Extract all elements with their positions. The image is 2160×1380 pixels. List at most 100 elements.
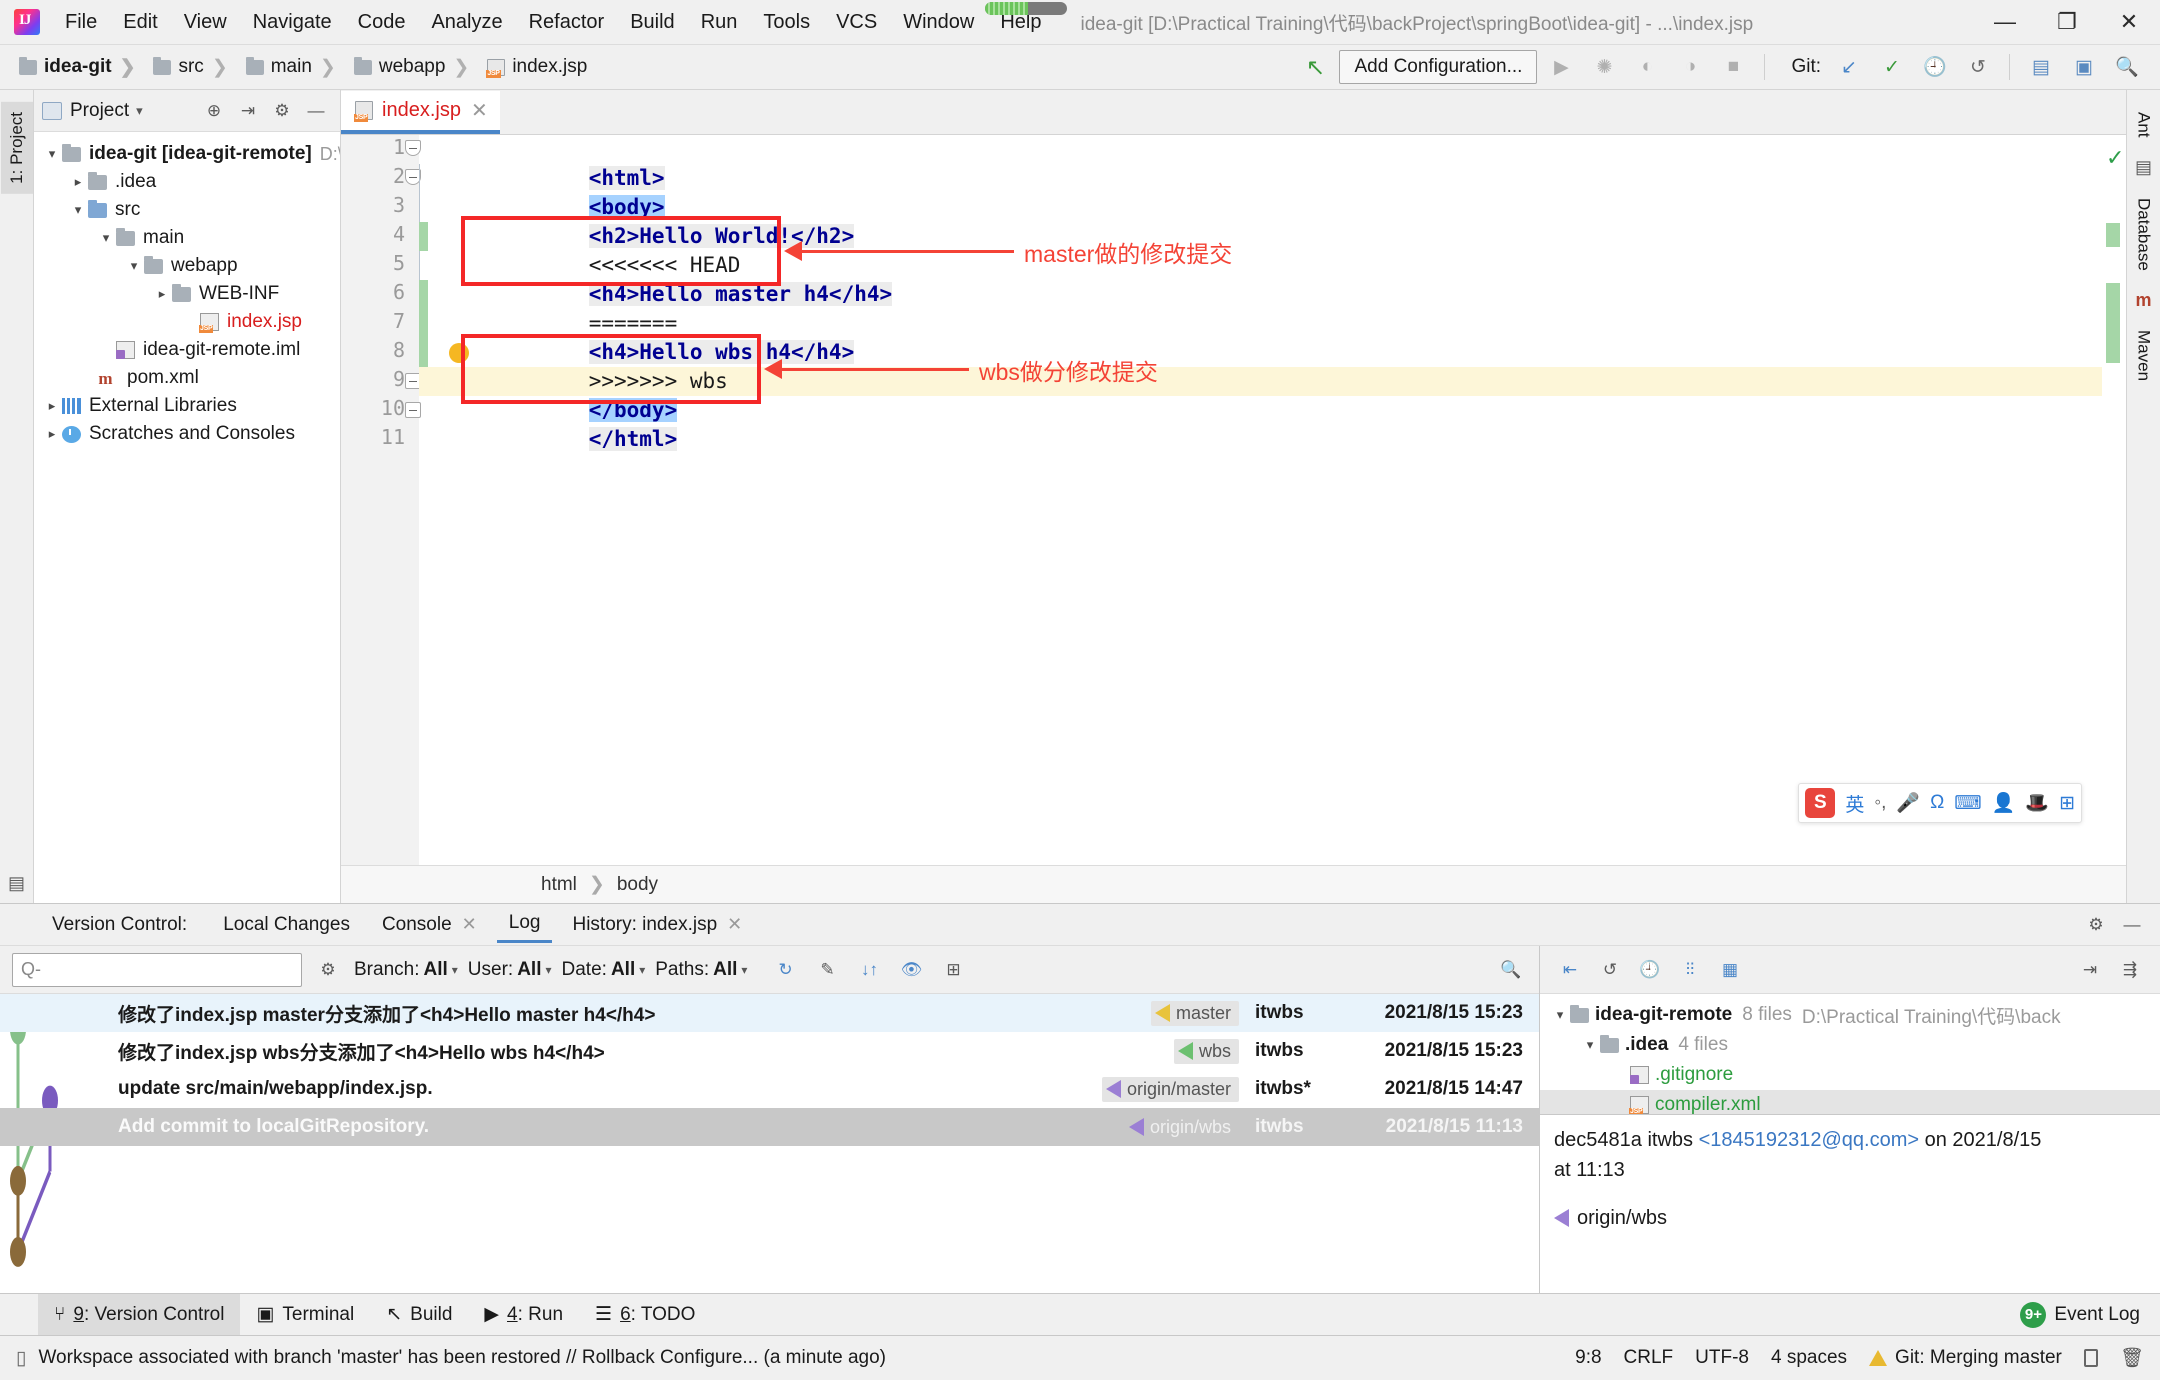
- commit-row[interactable]: 修改了index.jsp master分支添加了<h4>Hello master…: [0, 994, 1539, 1032]
- tree-node-external-libraries[interactable]: ▸ External Libraries: [34, 392, 340, 420]
- commit-row[interactable]: 修改了index.jsp wbs分支添加了<h4>Hello wbs h4</h…: [0, 1032, 1539, 1070]
- ime-punctuation-icon[interactable]: ◦,: [1874, 792, 1886, 814]
- tree-node-src[interactable]: ▾ src: [34, 196, 340, 224]
- toolwindow-version-control[interactable]: ⑂ 9: Version Control: [38, 1294, 241, 1335]
- menu-edit[interactable]: Edit: [110, 0, 170, 44]
- project-tree[interactable]: ▾ idea-git [idea-git-remote] D:\Prac ▸ .…: [34, 132, 340, 903]
- ime-skin-icon[interactable]: 🎩: [2025, 791, 2049, 815]
- breadcrumb-html[interactable]: html: [541, 874, 577, 896]
- tree-node-pom-xml[interactable]: m pom.xml: [34, 364, 340, 392]
- tree-node-iml[interactable]: idea-git-remote.iml: [34, 336, 340, 364]
- add-configuration-button[interactable]: Add Configuration...: [1339, 50, 1538, 84]
- chevron-down-icon[interactable]: ▾: [136, 103, 143, 119]
- tree-node-idea-git[interactable]: ▾ idea-git [idea-git-remote] D:\Prac: [34, 140, 340, 168]
- chevron-down-icon[interactable]: ▾: [1580, 1037, 1600, 1053]
- breadcrumb-body[interactable]: body: [617, 874, 658, 896]
- sidebar-item-maven[interactable]: Maven: [2128, 320, 2160, 391]
- ime-language-icon[interactable]: 英: [1845, 790, 1864, 817]
- tab-log[interactable]: Log: [496, 906, 553, 943]
- run-coverage-icon[interactable]: ◐: [1628, 50, 1666, 84]
- preview-icon[interactable]: ▣: [2065, 50, 2103, 84]
- breadcrumb-item-main[interactable]: main ❯: [241, 56, 349, 79]
- toolwindow-terminal[interactable]: ▣ Terminal: [240, 1294, 370, 1335]
- menu-window[interactable]: Window: [890, 0, 987, 44]
- file-encoding[interactable]: UTF-8: [1695, 1347, 1749, 1369]
- breadcrumb-item-file[interactable]: index.jsp: [482, 56, 592, 78]
- show-details-icon[interactable]: 👁: [895, 955, 927, 985]
- show-diff-icon[interactable]: ⇤: [1554, 955, 1586, 985]
- chevron-right-icon[interactable]: ▸: [42, 426, 62, 442]
- breadcrumb-item-src[interactable]: src ❯: [148, 56, 240, 79]
- sidebar-item-project[interactable]: 1: Project: [0, 102, 33, 194]
- breadcrumb-item-webapp[interactable]: webapp ❯: [349, 56, 482, 79]
- highlight-icon[interactable]: ✎: [811, 955, 843, 985]
- file-tree-node-compiler-xml[interactable]: compiler.xml: [1540, 1090, 2160, 1114]
- log-search-input[interactable]: Q-: [12, 952, 302, 987]
- filter-date[interactable]: Date: All ▾: [562, 959, 646, 981]
- ime-user-icon[interactable]: 👤: [1992, 791, 2016, 815]
- commit-list[interactable]: 修改了index.jsp master分支添加了<h4>Hello master…: [0, 994, 1539, 1293]
- preview-diff-icon[interactable]: ▦: [1714, 955, 1746, 985]
- project-structure-icon[interactable]: ▤: [5, 871, 29, 895]
- close-icon[interactable]: ✕: [727, 914, 742, 935]
- menu-analyze[interactable]: Analyze: [418, 0, 515, 44]
- commit-row[interactable]: Add commit to localGitRepository. origin…: [0, 1108, 1539, 1146]
- intellisort-icon[interactable]: ⊞: [937, 955, 969, 985]
- change-marker-thumb[interactable]: [2106, 223, 2120, 247]
- chevron-right-icon[interactable]: ▸: [42, 398, 62, 414]
- scroll-from-source-icon[interactable]: ⊕: [198, 96, 230, 126]
- caret-position[interactable]: 9:8: [1575, 1347, 1601, 1369]
- ime-keyboard-icon[interactable]: ⌨: [1954, 792, 1981, 815]
- toolwindow-todo[interactable]: ☰ 6: TODO: [579, 1294, 711, 1335]
- build-hammer-icon[interactable]: ↖: [1296, 50, 1334, 84]
- tree-node-scratches[interactable]: ▸ Scratches and Consoles: [34, 420, 340, 448]
- filter-paths[interactable]: Paths: All ▾: [655, 959, 747, 981]
- hide-panel-icon[interactable]: —: [2116, 910, 2148, 940]
- toolwindow-run[interactable]: ▶ 4: Run: [468, 1294, 579, 1335]
- tree-node-idea[interactable]: ▸ .idea: [34, 168, 340, 196]
- collapse-all-icon[interactable]: ⇶: [2114, 955, 2146, 985]
- group-by-directory-icon[interactable]: ⫶⫶: [1674, 955, 1706, 985]
- editor-tab-index-jsp[interactable]: index.jsp ✕: [341, 91, 500, 134]
- code-text-area[interactable]: <html> <body> <h2>Hello World!</h2> <<<<…: [419, 135, 2102, 865]
- line-separator[interactable]: CRLF: [1624, 1347, 1674, 1369]
- debug-icon[interactable]: ✺: [1585, 50, 1623, 84]
- close-icon[interactable]: ✕: [471, 98, 488, 123]
- close-button[interactable]: ✕: [2098, 0, 2160, 44]
- file-tree-node-gitignore[interactable]: .gitignore: [1540, 1060, 2160, 1090]
- git-branch-status[interactable]: Git: Merging master: [1895, 1347, 2062, 1369]
- chevron-down-icon[interactable]: ▾: [96, 230, 116, 246]
- file-tree-node-repo[interactable]: ▾ idea-git-remote 8 files D:\Practical T…: [1540, 1000, 2160, 1030]
- close-icon[interactable]: ✕: [462, 914, 477, 935]
- rollback-icon[interactable]: ↺: [1959, 50, 1997, 84]
- chevron-down-icon[interactable]: ▾: [1550, 1007, 1570, 1023]
- chevron-right-icon[interactable]: ▸: [68, 174, 88, 190]
- menu-refactor[interactable]: Refactor: [516, 0, 618, 44]
- breadcrumb-item-project[interactable]: idea-git ❯: [14, 56, 148, 79]
- expand-all-icon[interactable]: ⇥: [2074, 955, 2106, 985]
- ime-symbol-icon[interactable]: Ω: [1930, 792, 1944, 814]
- tree-node-web-inf[interactable]: ▸ WEB-INF: [34, 280, 340, 308]
- event-log-label[interactable]: Event Log: [2054, 1304, 2140, 1326]
- menu-run[interactable]: Run: [688, 0, 751, 44]
- revert-icon[interactable]: ↺: [1594, 955, 1626, 985]
- trash-icon[interactable]: 🗑: [2120, 1346, 2144, 1370]
- update-project-icon[interactable]: ↙: [1830, 50, 1868, 84]
- log-search-icon[interactable]: 🔍: [1495, 955, 1527, 985]
- menu-file[interactable]: File: [52, 0, 110, 44]
- menu-tools[interactable]: Tools: [750, 0, 823, 44]
- tree-node-main[interactable]: ▾ main: [34, 224, 340, 252]
- ime-toolbar[interactable]: S 英 ◦, 🎤 Ω ⌨ 👤 🎩 ⊞: [1798, 783, 2082, 823]
- gear-icon[interactable]: ⚙: [2080, 910, 2112, 940]
- file-history-icon[interactable]: 🕘: [1634, 955, 1666, 985]
- toolwindow-build[interactable]: ↖ Build: [370, 1294, 468, 1335]
- chevron-down-icon[interactable]: ▾: [68, 202, 88, 218]
- ime-voice-icon[interactable]: 🎤: [1896, 791, 1920, 815]
- sogou-ime-logo-icon[interactable]: S: [1805, 788, 1836, 818]
- tab-console[interactable]: Console ✕: [370, 908, 489, 942]
- menu-build[interactable]: Build: [617, 0, 687, 44]
- commit-icon[interactable]: ✓: [1873, 50, 1911, 84]
- refresh-icon[interactable]: ↻: [769, 955, 801, 985]
- select-opened-file-icon[interactable]: ▤: [2022, 50, 2060, 84]
- chevron-down-icon[interactable]: ▾: [124, 258, 144, 274]
